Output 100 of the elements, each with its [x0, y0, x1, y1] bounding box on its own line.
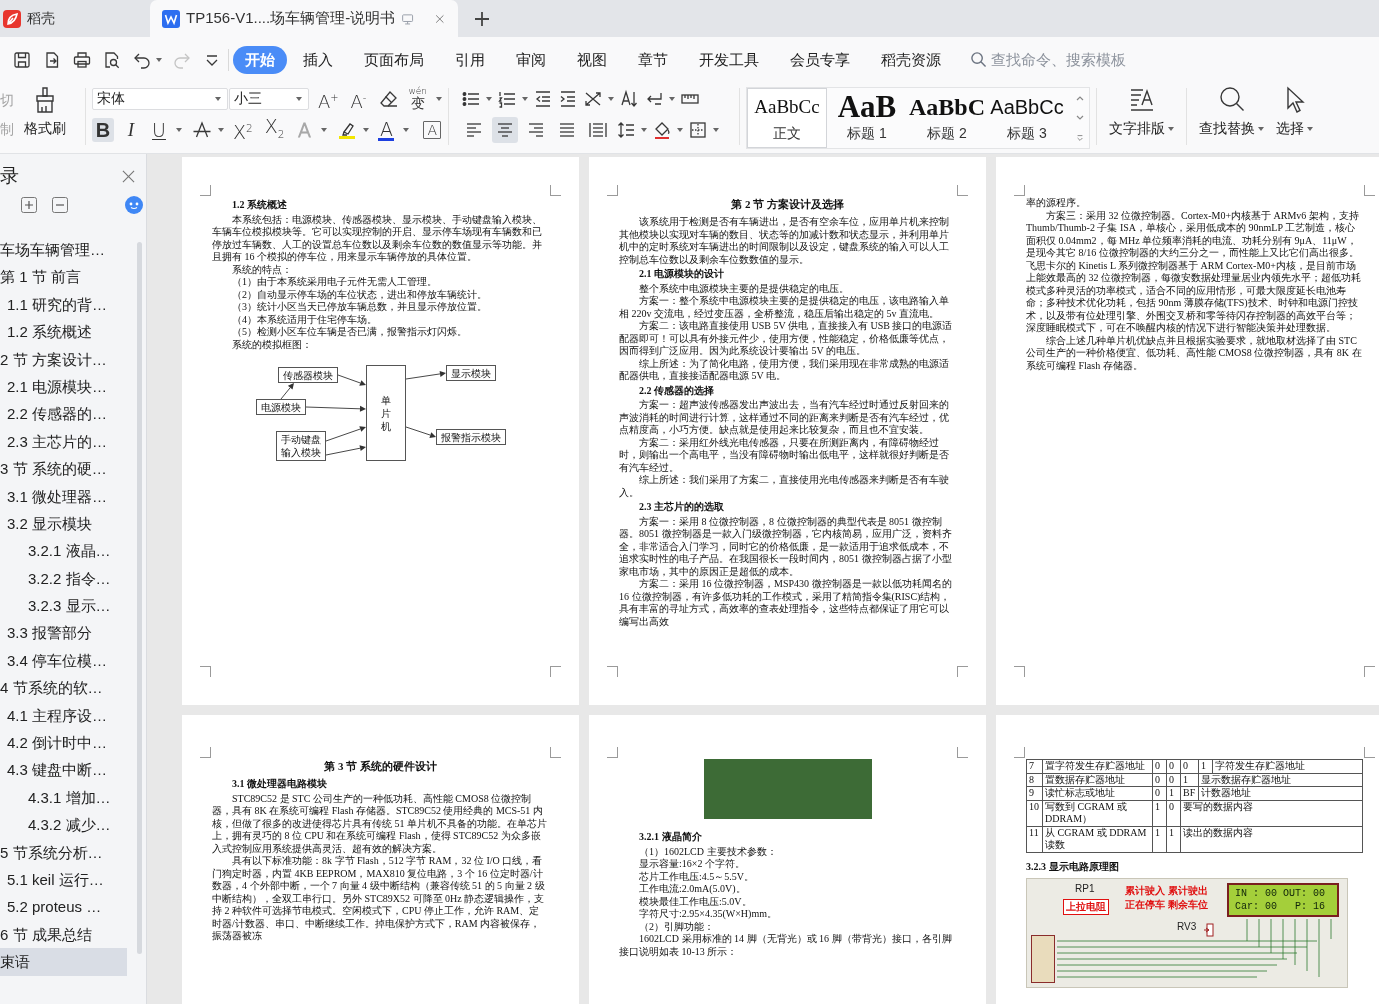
superscript-button[interactable]: X$^{2}$ [230, 118, 256, 142]
underline-button[interactable]: U [148, 118, 170, 142]
outline-item[interactable]: 4.3 键盘中断… [0, 756, 127, 784]
outline-item[interactable]: 3.2.3 显示… [0, 592, 127, 620]
border-icon[interactable] [688, 120, 708, 140]
outline-item[interactable]: 2.1 电源模块… [0, 372, 127, 401]
numbered-list-icon[interactable] [497, 89, 517, 109]
menu-tab[interactable]: 视图 [561, 45, 622, 74]
text-layout-button[interactable]: 文字排版 [1103, 82, 1180, 153]
find-replace-button[interactable]: 查找替换 [1193, 82, 1270, 153]
menu-tab[interactable]: 开发工具 [683, 45, 774, 74]
caret-icon[interactable] [486, 97, 492, 101]
decrease-indent-icon[interactable] [533, 89, 553, 109]
outline-item[interactable]: 3 节 系统的硬… [0, 455, 127, 483]
menu-tab[interactable]: 会员专享 [774, 45, 865, 74]
table-cell: 8 [1027, 773, 1043, 787]
caret-icon[interactable] [363, 128, 370, 132]
font-name-field[interactable]: 宋体 [92, 88, 229, 110]
search-field[interactable]: 查找命令、搜索模板 [970, 51, 1136, 68]
outline-item[interactable]: 4.3.2 减少… [0, 811, 127, 839]
style-option[interactable]: AaBbCc 标题 3 [987, 88, 1067, 148]
menu-tab[interactable]: 稻壳资源 [865, 45, 956, 74]
window-tab[interactable]: 稻壳 [0, 0, 145, 37]
caret-icon[interactable] [403, 128, 410, 132]
outline-item[interactable]: 5.2 proteus … [0, 893, 127, 921]
diagram-arrow [405, 370, 446, 380]
paragraph: 率的源程序。 [1026, 197, 1087, 210]
caret-icon[interactable] [218, 128, 224, 132]
caret-icon[interactable] [156, 57, 162, 62]
caret-icon[interactable] [641, 128, 647, 132]
outline-item[interactable]: 3.1 微处理器… [0, 482, 127, 510]
outline-item[interactable]: 3.3 报警部分 [0, 619, 127, 647]
plus-icon[interactable] [473, 9, 491, 28]
outline-item[interactable]: 4.2 倒计时中… [0, 729, 127, 757]
style-option[interactable]: AaBbCc 正文 [747, 88, 827, 148]
font-size-field[interactable]: 小三 [229, 88, 309, 110]
scrollbar[interactable] [137, 242, 142, 954]
color-button[interactable]: A [375, 118, 398, 142]
pinyin-button[interactable]: wén 变 [405, 87, 430, 111]
print-preview-icon[interactable] [102, 49, 122, 70]
menu-tab[interactable]: 插入 [287, 45, 348, 74]
caret-icon[interactable] [522, 97, 528, 101]
align-center-button[interactable] [492, 117, 518, 143]
eraser-icon[interactable] [379, 89, 400, 109]
format-painter-button[interactable]: 格式刷 [24, 82, 66, 153]
strikethrough-icon[interactable] [192, 120, 212, 140]
caret-icon[interactable] [608, 97, 614, 101]
menu-tab[interactable]: 审阅 [500, 45, 561, 74]
outline-item[interactable]: 2 节 方案设计… [0, 345, 127, 373]
bullet-list-icon[interactable] [461, 89, 481, 109]
outline-item[interactable]: 2.2 传感器的… [0, 400, 127, 428]
outline-item[interactable]: 1.2 系统概述 [0, 318, 127, 346]
outline-item[interactable]: 2.3 主芯片的… [0, 427, 127, 456]
paint-bucket-icon[interactable] [652, 120, 672, 140]
outline-item[interactable]: 3.2 显示模块 [0, 509, 127, 538]
outline-item[interactable]: 4.3.1 增加… [0, 783, 127, 812]
outline-item[interactable]: 车场车辆管理… [0, 236, 127, 264]
collapse-all-icon[interactable] [52, 197, 68, 213]
caret-icon[interactable] [713, 128, 719, 132]
select-button[interactable]: 选择 [1270, 82, 1319, 153]
smiley-icon[interactable] [125, 196, 143, 214]
menu-tab[interactable]: 页面布局 [348, 45, 439, 74]
outline-item[interactable]: 6 节 成果总结 [0, 920, 127, 949]
increase-indent-icon[interactable] [558, 89, 578, 109]
outline-item[interactable]: 5 节系统分析… [0, 838, 127, 866]
outline-item[interactable]: 3.4 停车位模… [0, 646, 127, 675]
table-cell: 11 [1027, 826, 1043, 853]
expand-icon[interactable] [1075, 134, 1085, 142]
save-icon[interactable] [12, 49, 32, 70]
outline-item[interactable]: 5.1 keil 运行… [0, 866, 127, 894]
expand-all-icon[interactable] [21, 197, 37, 213]
chevron-up-icon[interactable] [1075, 94, 1085, 102]
outline-item[interactable]: 束语 [0, 948, 127, 976]
font-size-button[interactable]: A$^{+}$ [314, 87, 342, 111]
outline-item[interactable]: 4 节系统的软… [0, 674, 127, 702]
caret-icon[interactable] [669, 97, 675, 101]
menu-tab[interactable]: 引用 [439, 45, 500, 74]
line-spacing-icon[interactable] [616, 120, 636, 140]
outline-item[interactable]: 3.2.1 液晶… [0, 537, 127, 565]
style-option[interactable]: AaBbC 标题 2 [907, 88, 987, 148]
outline-item[interactable]: 4.1 主程序设… [0, 701, 127, 730]
font-size-button[interactable]: A$^{-}$ [347, 87, 370, 111]
caret-icon[interactable] [677, 128, 683, 132]
boxed-button[interactable]: A [423, 121, 442, 139]
bold-button[interactable]: B [92, 118, 114, 142]
print-icon[interactable] [72, 49, 92, 70]
outline-item[interactable]: 1.1 研究的背… [0, 290, 127, 319]
italic-button[interactable]: I [120, 118, 142, 142]
outline-item[interactable]: 第 1 节 前言 [0, 263, 127, 291]
close-icon[interactable] [122, 169, 135, 183]
outline-item[interactable]: 3.2.2 指令… [0, 564, 127, 593]
sort-icon[interactable] [619, 89, 639, 109]
window-tab[interactable]: TP156-V1....场车辆管理-说明书 [150, 0, 458, 37]
caret-icon[interactable] [176, 128, 182, 132]
cross-arrows-icon[interactable] [583, 89, 603, 109]
style-option[interactable]: AaB 标题 1 [827, 88, 907, 148]
caret-icon[interactable] [436, 97, 442, 101]
subscript-button[interactable]: X$_{2}$ [261, 118, 288, 142]
caret-icon[interactable] [321, 128, 328, 132]
menu-tab[interactable]: 章节 [622, 45, 683, 74]
